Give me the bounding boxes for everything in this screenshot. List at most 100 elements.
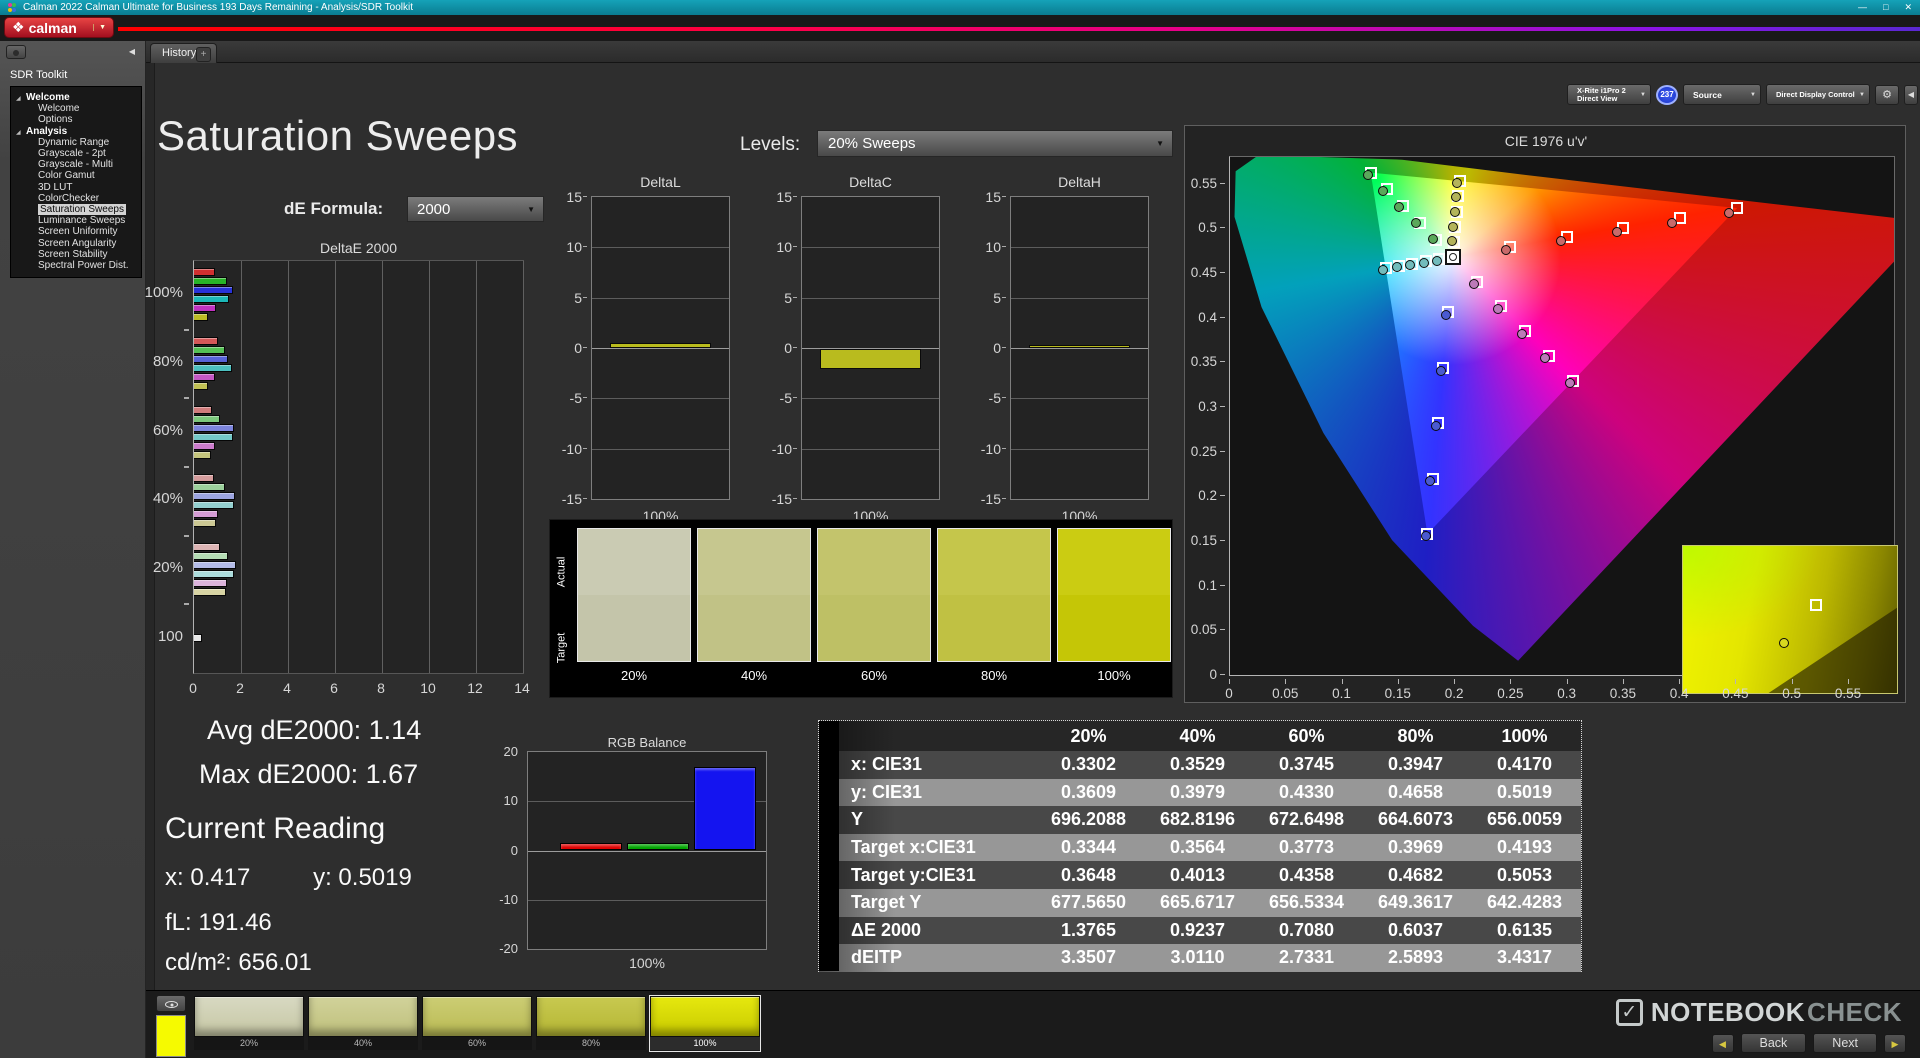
next-button[interactable]: Next bbox=[1813, 1033, 1877, 1053]
preview-toggle-button[interactable] bbox=[156, 995, 186, 1012]
y-tick-label: 40% bbox=[135, 490, 183, 507]
y-axis-labels: 00.050.10.150.20.250.30.350.40.450.50.55 bbox=[1185, 156, 1225, 676]
axis-tick bbox=[583, 347, 587, 348]
patch-tile-80%[interactable]: 80% bbox=[536, 996, 646, 1051]
table-cell: 0.4330 bbox=[1252, 782, 1361, 803]
sidebar-item-grayscale-multi[interactable]: Grayscale - Multi bbox=[11, 159, 141, 170]
bar bbox=[194, 634, 202, 642]
gear-icon: ⚙ bbox=[1882, 88, 1892, 101]
x-tick-label: 4 bbox=[273, 680, 301, 696]
calman-logo-text: calman bbox=[29, 20, 77, 36]
y-tick-label: 5 bbox=[546, 290, 582, 306]
back-button[interactable]: Back bbox=[1741, 1033, 1807, 1053]
y-tick-label: 10 bbox=[482, 793, 518, 808]
sidebar-item-saturation-sweeps[interactable]: Saturation Sweeps bbox=[11, 204, 141, 215]
meter-button[interactable]: X-Rite i1Pro 2 Direct View ▼ bbox=[1567, 84, 1651, 105]
add-tab-button[interactable]: + bbox=[196, 47, 211, 62]
cie-measured-marker-yellow bbox=[1450, 207, 1460, 217]
y-tick-label: -5 bbox=[546, 390, 582, 406]
table-cell: 2.5893 bbox=[1361, 947, 1470, 968]
patch-tile-label: 40% bbox=[308, 1037, 418, 1050]
close-button[interactable]: ✕ bbox=[1904, 2, 1912, 13]
grid-line bbox=[1011, 298, 1148, 299]
calman-menu-button[interactable]: ❖ calman ▼ bbox=[4, 17, 114, 38]
axis-tick bbox=[1220, 585, 1225, 586]
y-tick-label: 15 bbox=[965, 189, 1001, 205]
y-axis-labels: 151050-5-10-15 bbox=[761, 196, 797, 500]
axis-tick bbox=[184, 603, 189, 605]
maximize-button[interactable]: □ bbox=[1883, 2, 1888, 13]
cie-measured-marker-red bbox=[1501, 245, 1511, 255]
sidebar-item-spectral-power-dist-[interactable]: Spectral Power Dist. bbox=[11, 260, 141, 271]
levels-label: Levels: bbox=[740, 134, 800, 156]
swatch-20% bbox=[577, 528, 691, 662]
table-cell: 0.3969 bbox=[1361, 837, 1470, 858]
sidebar-item-color-gamut[interactable]: Color Gamut bbox=[11, 170, 141, 181]
bar bbox=[194, 268, 215, 276]
target-row-label: Target bbox=[552, 606, 570, 690]
bar bbox=[194, 313, 208, 321]
sidebar-collapse-button[interactable]: ◀ bbox=[125, 45, 139, 59]
sidebar-record-button[interactable] bbox=[6, 45, 26, 59]
column-header: 80% bbox=[1361, 726, 1470, 747]
sidebar-item-screen-uniformity[interactable]: Screen Uniformity bbox=[11, 226, 141, 237]
collapse-panel-button[interactable]: ◀ bbox=[1904, 85, 1918, 105]
swatch-label: 80% bbox=[937, 668, 1051, 683]
table-cell: 0.3529 bbox=[1143, 754, 1252, 775]
sidebar-item-colorchecker[interactable]: ColorChecker bbox=[11, 193, 141, 204]
y-tick-label: -10 bbox=[965, 441, 1001, 457]
x-axis-labels: 00.050.10.150.20.250.30.350.40.450.50.55 bbox=[1229, 682, 1895, 698]
axis-tick bbox=[583, 246, 587, 247]
axis-tick bbox=[1848, 679, 1849, 684]
axis-tick bbox=[1735, 679, 1736, 684]
sidebar-item-dynamic-range[interactable]: Dynamic Range bbox=[11, 137, 141, 148]
live-patch-preview bbox=[156, 1015, 186, 1057]
levels-dropdown[interactable]: 20% Sweeps ▼ bbox=[817, 130, 1173, 157]
grid-line bbox=[592, 247, 729, 248]
deltah-plot-area bbox=[1010, 196, 1149, 500]
sidebar-item-screen-angularity[interactable]: Screen Angularity bbox=[11, 238, 141, 249]
arrow-left-icon: ◀ bbox=[1719, 1039, 1726, 1049]
chart-title: CIE 1976 u'v' bbox=[1185, 133, 1907, 149]
table-cell: 656.0059 bbox=[1470, 809, 1579, 830]
display-control-button[interactable]: Direct Display Control ▼ bbox=[1766, 84, 1870, 105]
patch-tile-100%[interactable]: 100% bbox=[650, 996, 760, 1051]
bar bbox=[194, 424, 234, 432]
de-formula-dropdown[interactable]: 2000 ▼ bbox=[407, 196, 544, 222]
y-tick-label: 0.35 bbox=[1177, 354, 1217, 369]
sidebar-item-options[interactable]: Options bbox=[11, 114, 141, 125]
reading-count-badge[interactable]: 237 bbox=[1656, 85, 1678, 105]
sidebar-item-grayscale-2pt[interactable]: Grayscale - 2pt bbox=[11, 148, 141, 159]
grid-line bbox=[528, 900, 766, 901]
tree-group-welcome[interactable]: ◢Welcome bbox=[11, 92, 141, 103]
sidebar-item-luminance-sweeps[interactable]: Luminance Sweeps bbox=[11, 215, 141, 226]
source-button[interactable]: Source ▼ bbox=[1683, 84, 1761, 105]
deltac-plot-area bbox=[801, 196, 940, 500]
minimize-button[interactable]: — bbox=[1858, 2, 1867, 13]
notebookcheck-logo-icon: ✓ bbox=[1616, 999, 1643, 1026]
cie-1976-panel: CIE 1976 u'v' 00.050.10.150.20.250.30.35… bbox=[1184, 125, 1906, 703]
tree-group-analysis[interactable]: ◢Analysis bbox=[11, 126, 141, 137]
axis-tick bbox=[1454, 679, 1455, 684]
skip-back-button[interactable]: ◀ bbox=[1712, 1034, 1734, 1053]
y-tick-label: 20 bbox=[482, 744, 518, 759]
skip-forward-button[interactable]: ▶ bbox=[1884, 1034, 1906, 1053]
sidebar-item-welcome[interactable]: Welcome bbox=[11, 103, 141, 114]
chevron-left-icon: ◀ bbox=[1908, 90, 1914, 99]
sidebar-item-3d-lut[interactable]: 3D LUT bbox=[11, 182, 141, 193]
sidebar-item-screen-stability[interactable]: Screen Stability bbox=[11, 249, 141, 260]
patch-tile-60%[interactable]: 60% bbox=[422, 996, 532, 1051]
sidebar: ◀ SDR Toolkit ◢WelcomeWelcomeOptions◢Ana… bbox=[0, 41, 146, 1058]
x-tick-label: 0.1 bbox=[1322, 686, 1362, 701]
inset-measured-marker bbox=[1779, 638, 1789, 648]
x-tick-label: 6 bbox=[320, 680, 348, 696]
axis-tick bbox=[1220, 272, 1225, 273]
patch-tile-40%[interactable]: 40% bbox=[308, 996, 418, 1051]
window-titlebar: Calman 2022 Calman Ultimate for Business… bbox=[0, 0, 1920, 15]
swatch-label: 20% bbox=[577, 668, 691, 683]
axis-tick bbox=[1002, 397, 1006, 398]
settings-button[interactable]: ⚙ bbox=[1875, 85, 1899, 105]
bar bbox=[610, 343, 711, 348]
levels-value: 20% Sweeps bbox=[828, 135, 916, 152]
patch-tile-20%[interactable]: 20% bbox=[194, 996, 304, 1051]
